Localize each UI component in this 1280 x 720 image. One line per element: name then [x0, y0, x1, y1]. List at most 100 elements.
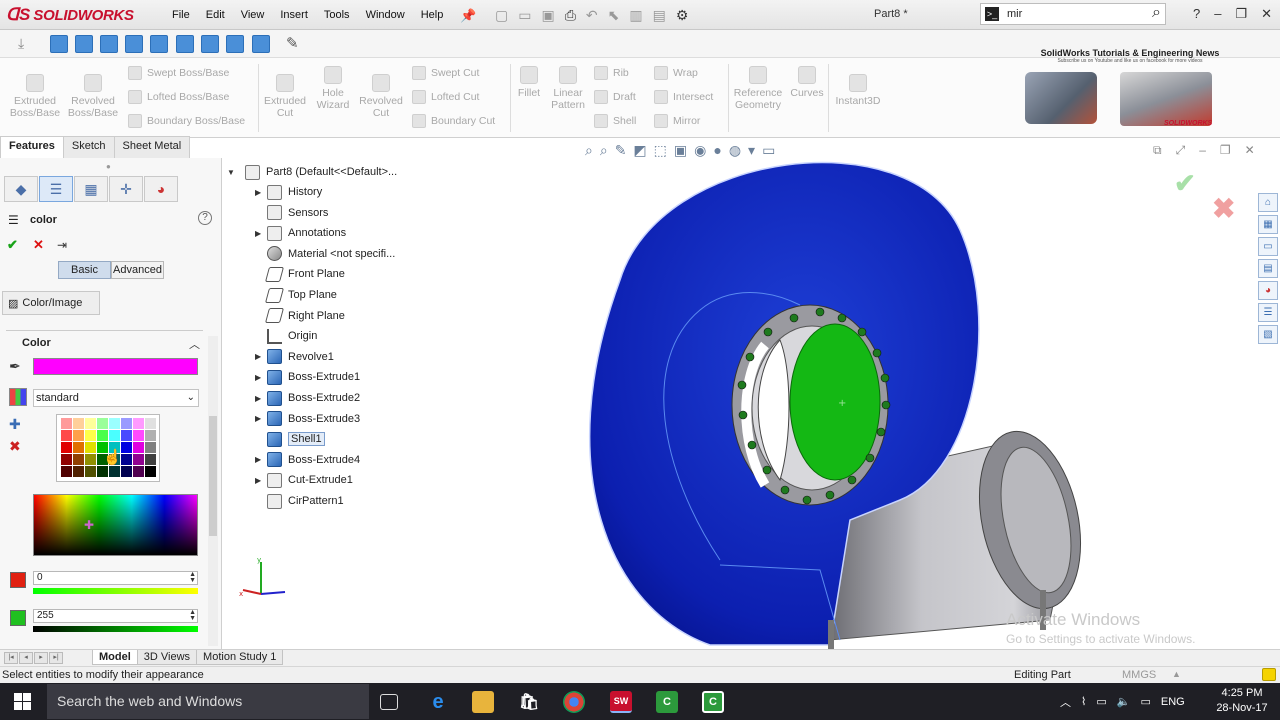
tab-sheet-metal[interactable]: Sheet Metal: [113, 136, 191, 158]
previous-view-icon[interactable]: ✎: [615, 142, 627, 159]
tab-model[interactable]: Model: [92, 650, 138, 665]
tab-features[interactable]: Features: [0, 136, 64, 158]
viewport-split-icon[interactable]: ⧉: [1153, 143, 1162, 158]
normal-to-icon[interactable]: ⤓: [18, 35, 24, 52]
view-selector-icon[interactable]: ✎: [286, 34, 299, 52]
keep-visible-pin-icon[interactable]: ⇥: [57, 238, 67, 252]
rebuild-icon[interactable]: ▥: [629, 7, 642, 24]
forum-icon[interactable]: ▧: [1258, 325, 1278, 344]
selected-color-swatch[interactable]: [33, 358, 198, 375]
tree-item-front-plane[interactable]: Front Plane: [264, 265, 345, 283]
view-palette-icon[interactable]: ▤: [1258, 259, 1278, 278]
task-view-icon[interactable]: [380, 694, 398, 710]
power-icon[interactable]: ▭: [1096, 695, 1106, 708]
menu-insert[interactable]: Insert: [272, 9, 316, 21]
viewport-expand-icon[interactable]: ⤢: [1176, 143, 1186, 158]
open-icon[interactable]: ▭: [518, 7, 531, 24]
boundary-cut-button[interactable]: Boundary Cut: [412, 114, 495, 128]
tree-item-boss-extrude3[interactable]: ▶ Boss-Extrude3: [255, 410, 360, 428]
color-spectrum-picker[interactable]: ✚: [33, 494, 198, 556]
edge-browser-icon[interactable]: e: [427, 691, 449, 713]
draft-button[interactable]: Draft: [594, 90, 636, 104]
network-icon[interactable]: ⌇: [1081, 695, 1086, 708]
print-icon[interactable]: ⎙: [565, 7, 576, 24]
property-manager-tab-icon[interactable]: ☰: [39, 176, 73, 202]
solidworks-resources-icon[interactable]: ⌂: [1258, 193, 1278, 212]
design-library-icon[interactable]: ▦: [1258, 215, 1278, 234]
expand-arrow-icon[interactable]: ▶: [255, 455, 261, 464]
hole-wizard-button[interactable]: Hole Wizard: [312, 66, 354, 111]
close-button[interactable]: ✕: [1261, 6, 1272, 22]
volume-icon[interactable]: 🔈: [1117, 695, 1131, 708]
help-icon[interactable]: ?: [1193, 6, 1200, 22]
tree-item-origin[interactable]: Origin: [267, 327, 317, 345]
tab-3d-views[interactable]: 3D Views: [136, 650, 198, 665]
revolved-cut-button[interactable]: Revolved Cut: [358, 74, 404, 119]
rib-button[interactable]: Rib: [594, 66, 629, 80]
prev-tab-icon[interactable]: ◂: [19, 652, 33, 664]
store-icon[interactable]: 🛍: [518, 691, 540, 713]
curves-button[interactable]: Curves: [788, 66, 826, 99]
undo-icon[interactable]: ↶: [586, 7, 598, 24]
menu-file[interactable]: File: [164, 9, 198, 21]
swept-cut-button[interactable]: Swept Cut: [412, 66, 479, 80]
panel-scrollbar[interactable]: [208, 336, 218, 646]
camtasia-icon[interactable]: C: [656, 691, 678, 713]
expand-arrow-icon[interactable]: ▶: [255, 414, 261, 423]
minimize-button[interactable]: –: [1214, 6, 1221, 22]
reference-geometry-button[interactable]: Reference Geometry: [732, 66, 784, 111]
expand-arrow-icon[interactable]: ▶: [255, 188, 261, 197]
extruded-cut-button[interactable]: Extruded Cut: [262, 74, 308, 119]
add-swatch-icon[interactable]: ✚: [9, 416, 21, 433]
intersect-button[interactable]: Intersect: [654, 90, 713, 104]
right-view-icon[interactable]: [125, 35, 143, 53]
first-tab-icon[interactable]: |◂: [4, 652, 18, 664]
swept-boss-button[interactable]: Swept Boss/Base: [128, 66, 229, 80]
tab-motion-study[interactable]: Motion Study 1: [196, 650, 284, 665]
shell-button[interactable]: Shell: [594, 114, 636, 128]
viewport-restore-button[interactable]: ❐: [1220, 143, 1231, 158]
tree-item-annotations[interactable]: ▶ Annotations: [255, 224, 346, 242]
units-selector[interactable]: MMGS: [1122, 669, 1156, 681]
dimxpert-tab-icon[interactable]: ✛: [109, 176, 143, 202]
left-view-icon[interactable]: [100, 35, 118, 53]
front-view-icon[interactable]: [50, 35, 68, 53]
edit-appearance-icon[interactable]: ●: [713, 142, 721, 159]
fillet-button[interactable]: Fillet: [514, 66, 544, 99]
select-icon[interactable]: ⬉: [608, 7, 620, 24]
tree-item-revolve1[interactable]: ▶ Revolve1: [255, 348, 334, 366]
advanced-button[interactable]: Advanced: [111, 261, 164, 279]
basic-button[interactable]: Basic: [58, 261, 111, 279]
cancel-x-icon[interactable]: ✕: [33, 237, 44, 253]
back-view-icon[interactable]: [75, 35, 93, 53]
bottom-view-icon[interactable]: [176, 35, 194, 53]
taskbar-clock[interactable]: 4:25 PM 28-Nov-17: [1210, 686, 1274, 716]
new-icon[interactable]: ▢: [495, 7, 508, 24]
file-explorer-icon[interactable]: ▭: [1258, 237, 1278, 256]
zoom-to-area-icon[interactable]: ⌕: [600, 142, 608, 159]
feature-manager-tab-icon[interactable]: ◆: [4, 176, 38, 202]
custom-properties-icon[interactable]: ☰: [1258, 303, 1278, 322]
solidworks-logo[interactable]: ᗡS SOLIDWORKS: [6, 3, 144, 27]
linear-pattern-button[interactable]: Linear Pattern: [548, 66, 588, 111]
isometric-view-icon[interactable]: [201, 35, 219, 53]
expand-arrow-icon[interactable]: ▶: [255, 394, 261, 403]
restore-button[interactable]: ❐: [1235, 6, 1247, 22]
menu-tools[interactable]: Tools: [316, 9, 358, 21]
display-style-icon[interactable]: ▣: [674, 142, 687, 159]
confirm-corner-cancel-icon[interactable]: ✖: [1212, 192, 1235, 225]
show-hidden-icons-icon[interactable]: ︿: [1060, 694, 1071, 710]
camtasia-recorder-icon[interactable]: C: [702, 691, 724, 713]
solidworks-taskbar-icon[interactable]: SW: [610, 691, 632, 713]
boundary-boss-button[interactable]: Boundary Boss/Base: [128, 114, 245, 128]
windows-start-icon[interactable]: [14, 693, 31, 710]
file-explorer-taskbar-icon[interactable]: [472, 691, 494, 713]
file-properties-icon[interactable]: ▤: [653, 7, 666, 24]
units-up-arrow-icon[interactable]: ▲: [1172, 669, 1181, 679]
hide-show-items-icon[interactable]: ◉: [694, 142, 706, 159]
help-icon[interactable]: ?: [198, 211, 212, 225]
rebuild-warning-icon[interactable]: [1262, 668, 1276, 681]
remove-swatch-icon[interactable]: ✖: [9, 438, 21, 455]
menu-window[interactable]: Window: [358, 9, 413, 21]
viewport-minimize-button[interactable]: –: [1199, 143, 1206, 158]
